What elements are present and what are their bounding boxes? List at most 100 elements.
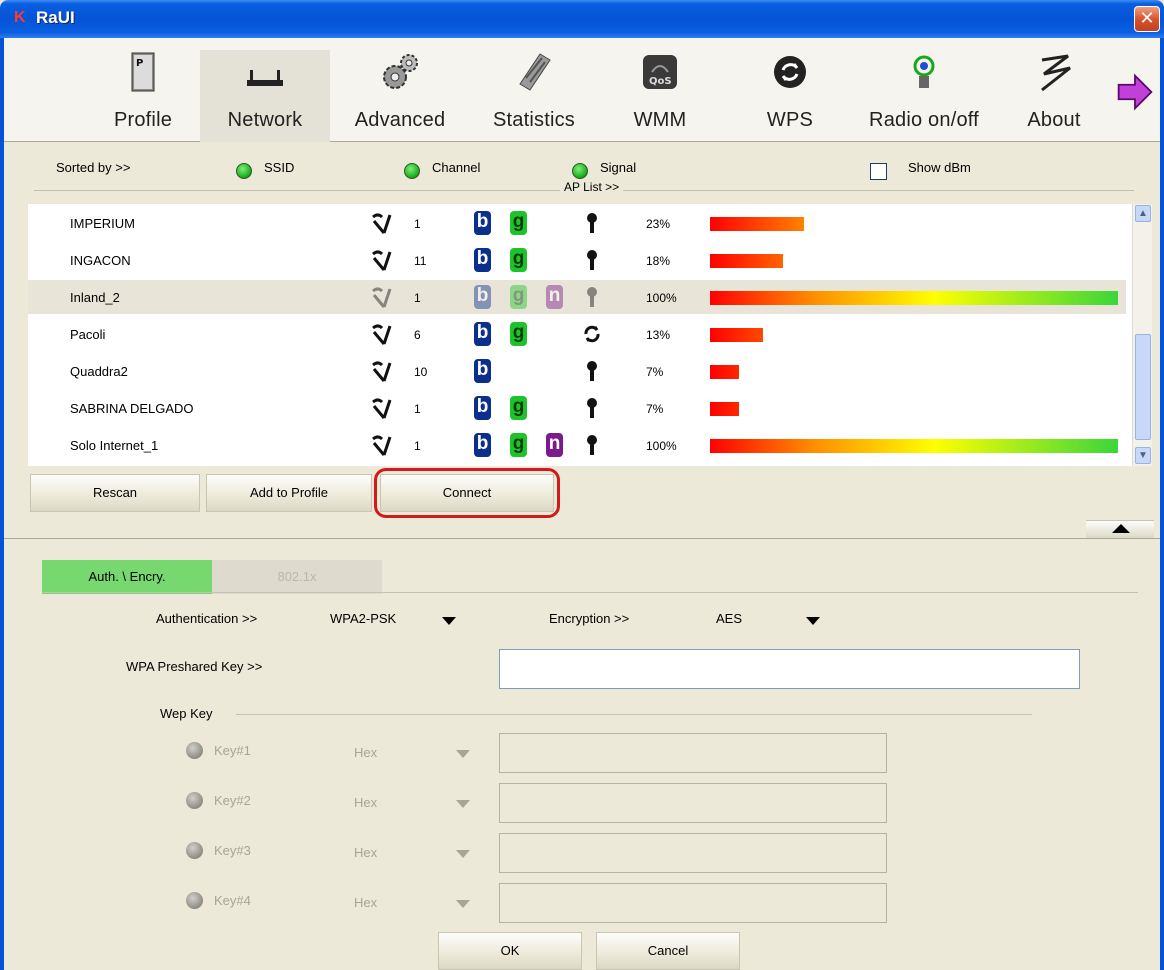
divider [42,592,1138,593]
mode-b-icon: b [474,211,491,235]
mode-n-icon: n [546,285,563,309]
wep-key-format-select[interactable]: Hex [354,845,377,860]
toolbar: P Profile Network Advanced Statistics Qo… [4,38,1160,142]
mode-n-icon: n [546,433,563,457]
toolbar-label: About [1027,109,1081,131]
ap-list-scrollbar[interactable]: ▲ ▼ [1132,204,1152,466]
wep-key-format-dropdown-icon[interactable] [456,800,470,808]
wep-key-radio[interactable] [186,792,203,809]
wep-key-format-select[interactable]: Hex [354,745,377,760]
radio-antenna-icon [913,55,935,88]
toolbar-profile[interactable]: P Profile [82,46,204,142]
toolbar-radio-on-off[interactable]: Radio on/off [852,46,996,142]
profile-icon: P [131,52,155,92]
wpa-preshared-key-input[interactable] [499,649,1080,689]
mode-b-icon: b [474,359,491,383]
mode-g-icon: g [510,211,527,235]
sort-channel-label: Channel [432,160,481,175]
channel-antenna-icon [372,435,392,456]
lock-icon [587,250,597,270]
lock-icon [587,361,597,381]
wep-key-input[interactable] [499,783,887,823]
ap-signal-percent: 7% [646,402,664,416]
ap-channel: 1 [414,217,421,231]
connect-highlight [374,468,560,518]
rescan-button[interactable]: Rescan [30,474,200,512]
wep-key-label: Key#1 [214,743,251,758]
wep-key-input[interactable] [499,883,887,923]
ap-list-label: AP List >> [560,180,624,194]
mode-b-icon: b [474,322,491,346]
toolbar-about[interactable]: About [1006,46,1102,142]
scrollbar-thumb[interactable] [1135,334,1151,440]
svg-text:P: P [136,58,143,69]
signal-strength-bar [710,254,783,268]
wep-key-format-dropdown-icon[interactable] [456,750,470,758]
mode-b-icon: b [474,285,491,309]
scroll-up-button[interactable]: ▲ [1135,205,1151,222]
ap-row[interactable]: SABRINA DELGADO 1 b g 7% [28,391,1126,425]
toolbar-label: Network [227,109,303,131]
toolbar-next-arrow[interactable] [1110,46,1160,142]
toolbar-wmm[interactable]: QoS WMM [604,46,716,142]
encryption-select[interactable]: AES [716,611,742,626]
sort-bar: Sorted by >> SSID Channel Signal Show dB… [4,143,1160,194]
wep-key-format-dropdown-icon[interactable] [456,850,470,858]
mode-b-icon: b [474,396,491,420]
wep-key-radio[interactable] [186,742,203,759]
toolbar-network[interactable]: Network [200,50,330,142]
show-dbm-checkbox[interactable] [870,163,887,180]
wep-key-input[interactable] [499,733,887,773]
wep-key-format-select[interactable]: Hex [354,795,377,810]
tab-auth-encry[interactable]: Auth. \ Encry. [42,560,212,594]
ap-channel: 1 [414,291,421,305]
channel-antenna-icon [372,287,392,308]
wep-key-input[interactable] [499,833,887,873]
ap-row[interactable]: IMPERIUM 1 b g 23% [28,206,1126,240]
wep-key-format-dropdown-icon[interactable] [456,900,470,908]
section-separator [4,538,1160,539]
cancel-button[interactable]: Cancel [596,932,740,970]
toolbar-wps[interactable]: WPS [728,46,852,142]
scroll-down-button[interactable]: ▼ [1135,447,1151,464]
sort-ssid-radio[interactable] [236,163,252,179]
encryption-dropdown-icon[interactable] [806,617,820,625]
wep-key-radio[interactable] [186,842,203,859]
wep-key-label: Key#3 [214,843,251,858]
ap-row[interactable]: Solo Internet_1 1 b g n 100% [28,428,1126,462]
signal-strength-bar [710,402,739,416]
channel-antenna-icon [372,213,392,234]
ap-ssid: Pacoli [70,327,106,342]
toolbar-statistics[interactable]: Statistics [472,46,596,142]
toolbar-label: Statistics [492,109,576,131]
sort-signal-radio[interactable] [572,163,588,179]
wep-key-format-select[interactable]: Hex [354,895,377,910]
title-bar[interactable]: K RaUI ✕ [0,0,1164,38]
collapse-button[interactable] [1086,520,1154,538]
ap-list[interactable]: IMPERIUM 1 b g 23% INGACON 11 b g 18% Inland_2 1 b g n… [28,204,1132,466]
window-title: RaUI [36,8,75,27]
ap-row[interactable]: Pacoli 6 b g 13% [28,317,1126,351]
ap-row[interactable]: Inland_2 1 b g n 100% [28,280,1126,314]
tab-802-1x[interactable]: 802.1x [212,560,382,594]
mode-g-icon: g [510,396,527,420]
window-frame-right [1160,38,1164,970]
add-to-profile-button[interactable]: Add to Profile [206,474,372,512]
wep-key-label: Key#4 [214,893,251,908]
authentication-select[interactable]: WPA2-PSK [330,611,396,626]
ap-row[interactable]: Quaddra2 10 b 7% [28,354,1126,388]
wep-key-radio[interactable] [186,892,203,909]
sorted-by-label: Sorted by >> [56,160,131,175]
authentication-dropdown-icon[interactable] [442,617,456,625]
signal-strength-bar [710,365,739,379]
close-button[interactable]: ✕ [1134,6,1160,32]
ap-signal-percent: 100% [646,291,677,305]
ok-button[interactable]: OK [438,932,582,970]
ap-row[interactable]: INGACON 11 b g 18% [28,243,1126,277]
toolbar-advanced[interactable]: Advanced [338,46,462,142]
ap-ssid: INGACON [70,253,131,268]
toolbar-label: WPS [766,109,814,131]
sort-channel-radio[interactable] [404,163,420,179]
triangle-up-icon [1112,524,1130,533]
ap-ssid: IMPERIUM [70,216,135,231]
